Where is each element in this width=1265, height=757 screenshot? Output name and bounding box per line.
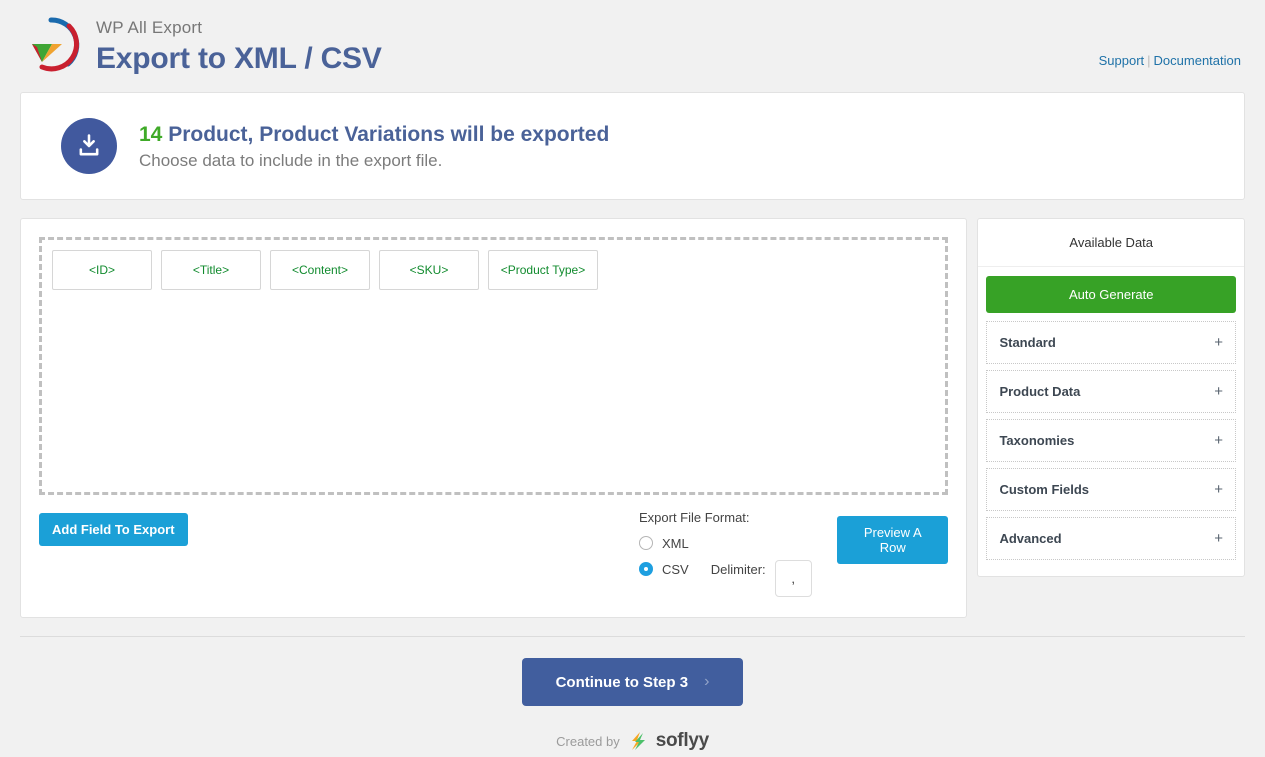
sidebar-section-label: Product Data (999, 384, 1080, 399)
download-icon (61, 118, 117, 174)
export-count: 14 (139, 123, 162, 146)
auto-generate-button[interactable]: Auto Generate (986, 276, 1236, 313)
sidebar-section-standard[interactable]: Standard + (986, 321, 1236, 364)
app-name: WP All Export (96, 18, 382, 38)
field-dropzone[interactable]: <ID> <Title> <Content> <SKU> <Product Ty… (39, 237, 948, 495)
chevron-right-icon: › (704, 673, 709, 691)
footer-divider (20, 636, 1245, 637)
field-tag[interactable]: <Content> (270, 250, 370, 290)
sidebar-header: Available Data (978, 219, 1244, 267)
field-tag[interactable]: <ID> (52, 250, 152, 290)
delimiter-label: Delimiter: (711, 562, 766, 577)
notice-subtitle: Choose data to include in the export fil… (139, 151, 609, 171)
radio-csv-label: CSV (662, 562, 689, 577)
soflyy-logo-icon (627, 730, 649, 752)
export-builder-card: <ID> <Title> <Content> <SKU> <Product Ty… (20, 218, 967, 618)
header-title-block: WP All Export Export to XML / CSV (96, 12, 382, 78)
plus-icon: + (1214, 433, 1223, 448)
sidebar-section-label: Custom Fields (999, 482, 1089, 497)
export-notice-card: 14 Product, Product Variations will be e… (20, 92, 1245, 200)
footer-credit: Created by soflyy (0, 730, 1265, 752)
plus-icon: + (1214, 384, 1223, 399)
header-links: Support| Documentation (1099, 53, 1241, 68)
plus-icon: + (1214, 531, 1223, 546)
preview-a-row-button[interactable]: Preview A Row (837, 516, 948, 564)
page-title: Export to XML / CSV (96, 40, 382, 78)
wp-all-export-logo-icon (20, 14, 82, 76)
notice-title: 14 Product, Product Variations will be e… (139, 121, 609, 148)
links-separator: | (1147, 53, 1150, 68)
soflyy-brand: soflyy (656, 730, 709, 752)
radio-xml-label: XML (662, 536, 689, 551)
sidebar-section-custom-fields[interactable]: Custom Fields + (986, 468, 1236, 511)
format-option-csv[interactable]: CSV Delimiter: (639, 558, 812, 580)
sidebar-section-product-data[interactable]: Product Data + (986, 370, 1236, 413)
notice-text: 14 Product, Product Variations will be e… (139, 121, 609, 171)
builder-controls: Add Field To Export Export File Format: … (39, 513, 948, 603)
sidebar-section-label: Taxonomies (999, 433, 1074, 448)
format-option-xml[interactable]: XML (639, 532, 812, 554)
plus-icon: + (1214, 482, 1223, 497)
sidebar-section-taxonomies[interactable]: Taxonomies + (986, 419, 1236, 462)
continue-label: Continue to Step 3 (556, 674, 689, 691)
export-count-description: Product, Product Variations will be expo… (168, 123, 609, 146)
sidebar-section-advanced[interactable]: Advanced + (986, 517, 1236, 560)
documentation-link[interactable]: Documentation (1154, 53, 1241, 68)
available-data-sidebar: Available Data Auto Generate Standard + … (977, 218, 1245, 577)
sidebar-section-label: Advanced (999, 531, 1061, 546)
field-tag[interactable]: <SKU> (379, 250, 479, 290)
main-content: <ID> <Title> <Content> <SKU> <Product Ty… (20, 218, 1245, 618)
radio-csv[interactable] (639, 562, 653, 576)
created-by-label: Created by (556, 734, 620, 749)
field-tag[interactable]: <Title> (161, 250, 261, 290)
radio-xml[interactable] (639, 536, 653, 550)
plus-icon: + (1214, 335, 1223, 350)
export-file-format-label: Export File Format: (639, 510, 812, 525)
add-field-to-export-button[interactable]: Add Field To Export (39, 513, 188, 546)
page-header: WP All Export Export to XML / CSV Suppor… (0, 0, 1265, 92)
delimiter-input[interactable] (775, 560, 812, 597)
support-link[interactable]: Support (1099, 53, 1145, 68)
sidebar-section-label: Standard (999, 335, 1055, 350)
continue-to-step-3-button[interactable]: Continue to Step 3 › (522, 658, 744, 706)
field-tag[interactable]: <Product Type> (488, 250, 598, 290)
continue-button-wrap: Continue to Step 3 › (0, 658, 1265, 706)
export-file-format-group: Export File Format: XML CSV Delimiter: (639, 510, 812, 584)
